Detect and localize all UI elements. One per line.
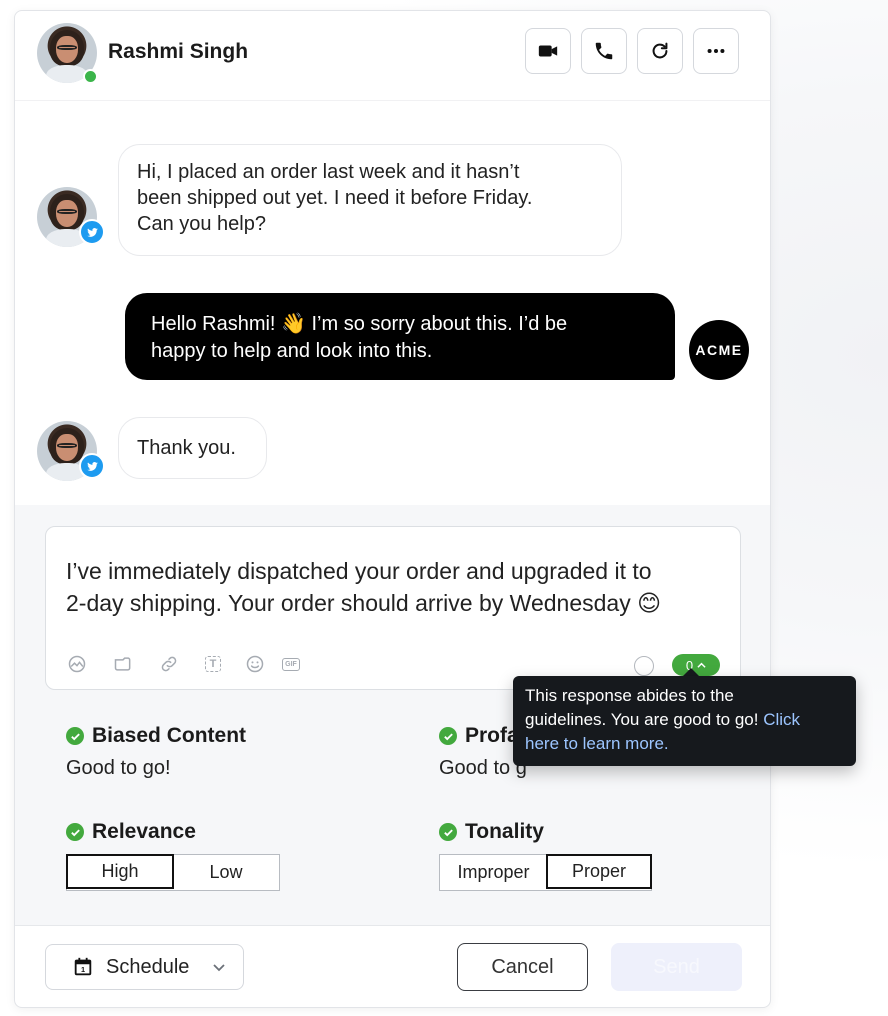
more-icon	[707, 48, 725, 54]
svg-text:1: 1	[81, 965, 85, 974]
reply-text-input[interactable]: I’ve immediately dispatched your order a…	[66, 555, 726, 619]
check-circle-icon	[66, 823, 84, 841]
contact-name: Rashmi Singh	[108, 40, 249, 63]
profanity-title: Profa	[465, 724, 519, 747]
message-text-line: Hello Rashmi! 👋 I’m so sorry about this.…	[151, 313, 568, 335]
message-text-line: happy to help and look into this.	[151, 340, 433, 362]
gif-tool-button[interactable]: GIF	[280, 653, 302, 675]
emoji-tool-button[interactable]	[244, 653, 266, 675]
reply-text-line: I’ve immediately dispatched your order a…	[66, 558, 652, 584]
tooltip-line: This response abides to the	[525, 686, 734, 705]
video-tool-button[interactable]	[112, 653, 134, 675]
text-icon: T	[204, 656, 222, 672]
calendar-icon: 1	[74, 957, 92, 976]
camera-icon	[68, 655, 86, 673]
link-tool-button[interactable]	[158, 653, 180, 675]
text-format-tool-button[interactable]: T	[202, 653, 224, 675]
tonality-title: Tonality	[465, 820, 544, 843]
profanity-check: Profa	[439, 724, 519, 748]
video-camera-icon	[114, 657, 131, 671]
reply-text-line: 2-day shipping. Your order should arrive…	[66, 590, 662, 616]
relevance-option-high[interactable]: High	[66, 854, 174, 889]
refresh-button[interactable]	[637, 28, 683, 74]
tooltip-text: guidelines. You are good to go!	[525, 710, 759, 729]
video-call-button[interactable]	[525, 28, 571, 74]
relevance-option-low[interactable]: Low	[173, 855, 279, 890]
tonality-option-improper[interactable]: Improper	[440, 855, 547, 890]
refresh-icon	[652, 42, 668, 59]
relevance-check: Relevance	[66, 820, 196, 844]
schedule-label: Schedule	[106, 955, 190, 978]
biased-content-check: Biased Content	[66, 724, 246, 748]
twitter-channel-badge	[79, 219, 105, 245]
message-text-line: Thank you.	[137, 437, 236, 459]
emoji-icon	[246, 655, 264, 673]
tonality-option-proper[interactable]: Proper	[546, 854, 652, 889]
footer-divider	[15, 925, 770, 926]
guideline-tooltip: This response abides to the guidelines. …	[513, 676, 856, 766]
chat-panel: Rashmi Singh Hi, I placed an order last …	[14, 10, 771, 1008]
chat-header: Rashmi Singh	[15, 11, 770, 101]
relevance-selector: High Low	[66, 854, 280, 891]
relevance-title: Relevance	[92, 820, 196, 843]
tooltip-line: guidelines. You are good to go! Click	[525, 708, 844, 732]
send-button[interactable]: Send	[611, 943, 742, 991]
cancel-button[interactable]: Cancel	[457, 943, 588, 991]
twitter-icon	[86, 461, 98, 471]
biased-content-value: Good to go!	[66, 757, 171, 779]
message-text-line: been shipped out yet. I need it before F…	[137, 187, 533, 209]
online-status-indicator	[83, 69, 98, 84]
learn-more-link[interactable]: Click	[763, 710, 800, 729]
learn-more-link[interactable]: here to learn more.	[525, 732, 844, 756]
twitter-icon	[86, 227, 98, 237]
agent-message-bubble: Hello Rashmi! 👋 I’m so sorry about this.…	[125, 293, 675, 380]
image-tool-button[interactable]	[66, 653, 88, 675]
status-circle-indicator	[634, 656, 654, 676]
acme-logo: ACME	[689, 320, 749, 380]
check-circle-icon	[439, 823, 457, 841]
biased-content-title: Biased Content	[92, 724, 247, 747]
customer-message-bubble: Hi, I placed an order last week and it h…	[118, 144, 622, 256]
schedule-button[interactable]: 1 Schedule	[45, 944, 244, 990]
video-icon	[538, 45, 558, 57]
chevron-down-icon	[213, 964, 226, 972]
more-options-button[interactable]	[693, 28, 739, 74]
phone-icon	[595, 42, 613, 60]
customer-message-bubble: Thank you.	[118, 417, 267, 479]
twitter-channel-badge	[79, 453, 105, 479]
check-circle-icon	[439, 727, 457, 745]
message-text-line: Hi, I placed an order last week and it h…	[137, 161, 520, 183]
message-text-line: Can you help?	[137, 213, 266, 235]
gif-icon: GIF	[282, 657, 300, 671]
tonality-selector: Improper Proper	[439, 854, 652, 891]
link-icon	[161, 656, 177, 672]
reply-composer[interactable]: I’ve immediately dispatched your order a…	[45, 526, 741, 690]
phone-call-button[interactable]	[581, 28, 627, 74]
check-circle-icon	[66, 727, 84, 745]
tonality-check: Tonality	[439, 820, 544, 844]
